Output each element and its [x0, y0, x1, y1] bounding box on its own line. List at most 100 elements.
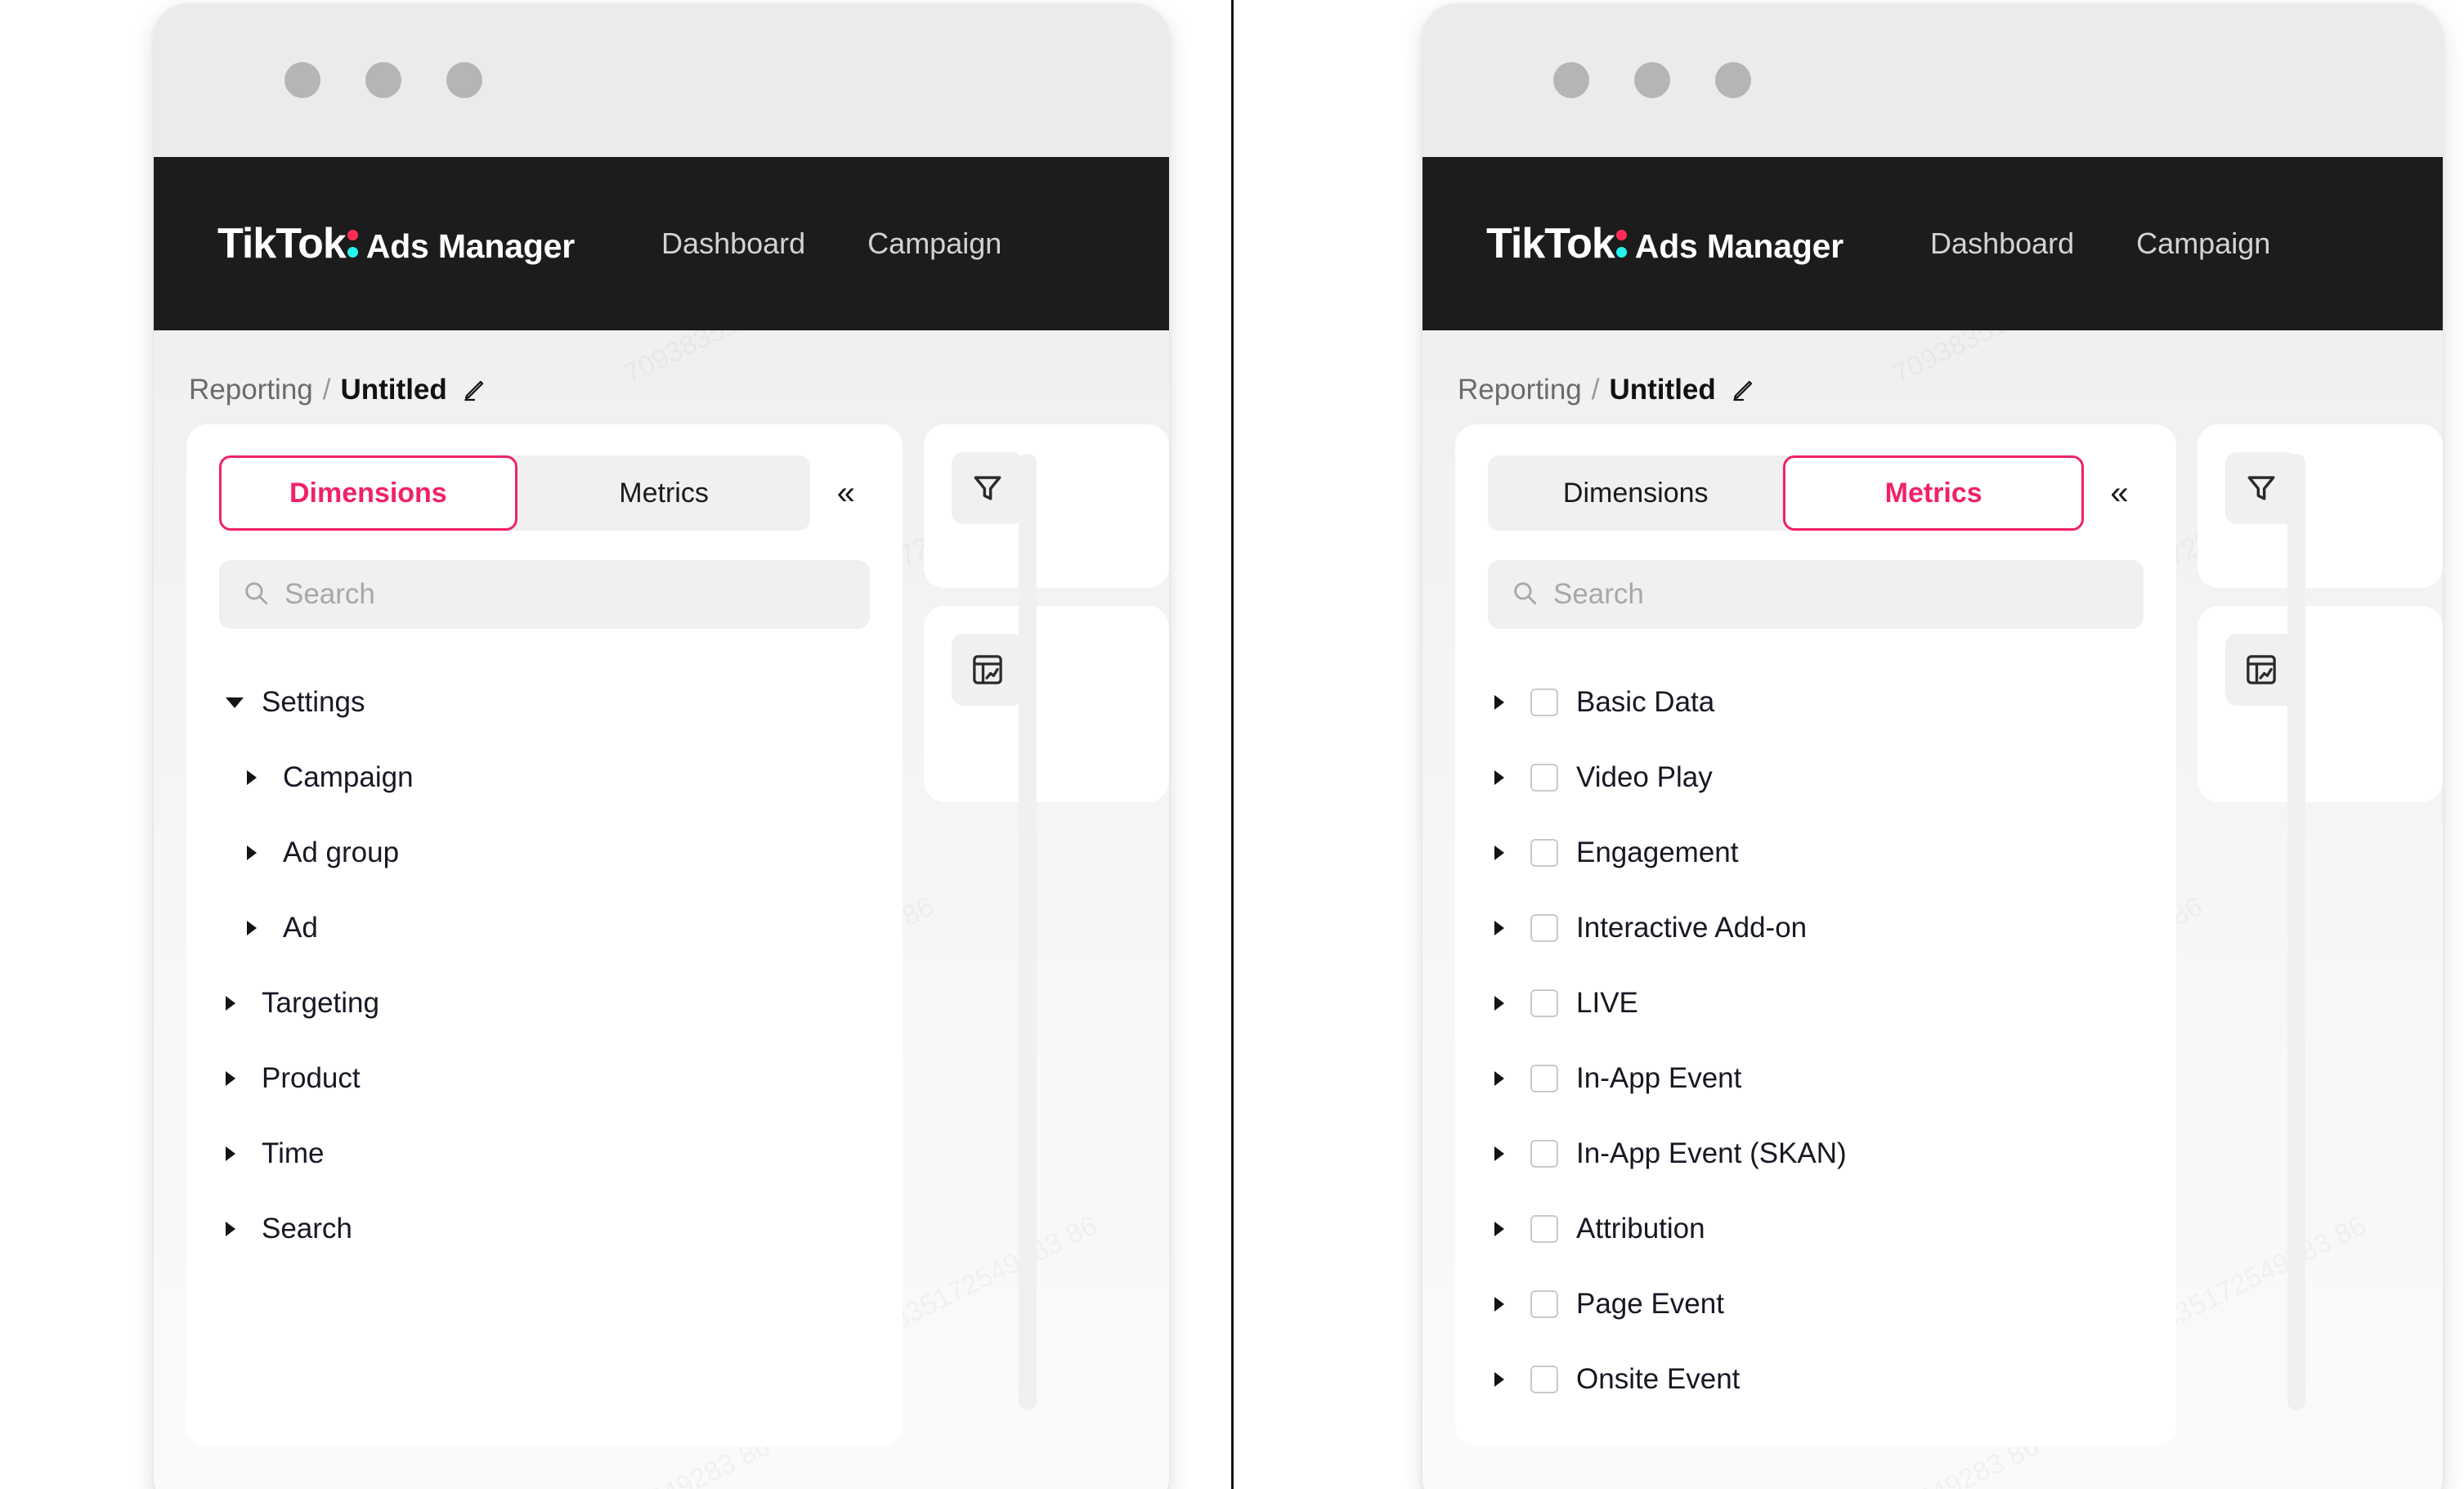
tree-item-label: LIVE	[1576, 987, 1638, 1019]
breadcrumb: Reporting / Untitled	[1422, 330, 2443, 406]
rail-card	[2197, 606, 2443, 802]
panel-scrollbar[interactable]	[2287, 454, 2305, 1411]
tiktok-ads-manager-logo[interactable]: TikTok Ads Manager	[217, 222, 575, 266]
caret-right-icon[interactable]	[1494, 845, 1530, 860]
metric-checkbox[interactable]	[1530, 688, 1558, 716]
caret-right-icon[interactable]	[1494, 1297, 1530, 1312]
filter-icon[interactable]	[952, 452, 1024, 524]
nav-link-campaign[interactable]: Campaign	[2105, 226, 2301, 261]
tree-item[interactable]: LIVE	[1455, 966, 2176, 1041]
search-input[interactable]: Search	[219, 560, 870, 629]
tree-item[interactable]: Onsite Event	[1455, 1342, 2176, 1417]
filter-icon[interactable]	[2225, 452, 2297, 524]
caret-right-icon[interactable]	[1494, 1071, 1530, 1086]
caret-right-icon[interactable]	[1494, 1146, 1530, 1161]
caret-right-icon[interactable]	[226, 1222, 262, 1236]
tree-item-label: Video Play	[1576, 761, 1713, 793]
breadcrumb-separator: /	[1591, 374, 1600, 406]
tree-item[interactable]: Video Play	[1455, 740, 2176, 815]
window-maximize-dot[interactable]	[1715, 62, 1751, 98]
tree-item[interactable]: Ad group	[186, 815, 903, 890]
dimensions-tree: Settings Campaign Ad group Ad Targeting Produ…	[186, 629, 903, 1267]
metric-checkbox[interactable]	[1530, 1215, 1558, 1243]
tree-item-label: In-App Event	[1576, 1062, 1742, 1094]
brand-name: TikTok	[217, 219, 347, 267]
panel-scrollbar[interactable]	[1019, 454, 1037, 1411]
tree-item[interactable]: Product	[186, 1041, 903, 1116]
metric-checkbox[interactable]	[1530, 914, 1558, 942]
chart-table-icon[interactable]	[2225, 634, 2297, 706]
tree-item[interactable]: In-App Event	[1455, 1041, 2176, 1116]
caret-right-icon[interactable]	[226, 996, 262, 1011]
breadcrumb: Reporting / Untitled	[154, 330, 1169, 406]
field-selector-panel: Dimensions Metrics « Search Settings Campaig…	[186, 424, 903, 1446]
panel-divider	[1231, 0, 1234, 1489]
nav-link-dashboard[interactable]: Dashboard	[1899, 226, 2105, 261]
caret-right-icon[interactable]	[226, 1146, 262, 1161]
tree-item-label: Campaign	[283, 761, 414, 793]
tiktok-ads-manager-logo[interactable]: TikTok Ads Manager	[1486, 222, 1844, 266]
panels-row: Dimensions Metrics « Search Basic Data Video…	[1422, 406, 2443, 1446]
panel-tabs-row: Dimensions Metrics «	[186, 455, 903, 531]
caret-right-icon[interactable]	[1494, 770, 1530, 785]
caret-right-icon[interactable]	[247, 845, 283, 860]
nav-link-campaign[interactable]: Campaign	[836, 226, 1033, 261]
tree-item[interactable]: Engagement	[1455, 815, 2176, 890]
window-close-dot[interactable]	[284, 62, 320, 98]
caret-right-icon[interactable]	[1494, 1222, 1530, 1236]
tab-metrics[interactable]: Metrics	[517, 455, 811, 531]
metric-checkbox[interactable]	[1530, 989, 1558, 1017]
window-minimize-dot[interactable]	[1634, 62, 1670, 98]
caret-right-icon[interactable]	[1494, 1372, 1530, 1387]
caret-right-icon[interactable]	[1494, 996, 1530, 1011]
tree-item-label: Interactive Add-on	[1576, 912, 1808, 944]
pencil-icon[interactable]	[1726, 378, 1755, 402]
metrics-tree: Basic Data Video Play Engagement Interactiv…	[1455, 629, 2176, 1417]
metric-checkbox[interactable]	[1530, 1290, 1558, 1318]
tree-item[interactable]: Search	[186, 1191, 903, 1267]
breadcrumb-current: Untitled	[340, 374, 447, 406]
tab-metrics[interactable]: Metrics	[1783, 455, 2084, 531]
metric-checkbox[interactable]	[1530, 764, 1558, 792]
pencil-icon[interactable]	[457, 378, 486, 402]
tab-dimensions[interactable]: Dimensions	[1488, 455, 1783, 531]
caret-down-icon[interactable]	[226, 697, 262, 708]
breadcrumb-root[interactable]: Reporting	[1458, 374, 1582, 406]
panel-tab-group: Dimensions Metrics	[219, 455, 811, 531]
chart-table-icon[interactable]	[952, 634, 1024, 706]
window-maximize-dot[interactable]	[446, 62, 482, 98]
tree-item[interactable]: Ad	[186, 890, 903, 966]
tree-item[interactable]: Basic Data	[1455, 665, 2176, 740]
window-close-dot[interactable]	[1553, 62, 1589, 98]
tree-item-label: Settings	[262, 686, 365, 718]
caret-right-icon[interactable]	[247, 921, 283, 935]
caret-right-icon[interactable]	[226, 1071, 262, 1086]
tree-item[interactable]: Interactive Add-on	[1455, 890, 2176, 966]
metric-checkbox[interactable]	[1530, 839, 1558, 867]
tree-item[interactable]: Page Event	[1455, 1267, 2176, 1342]
window-minimize-dot[interactable]	[365, 62, 401, 98]
tree-item[interactable]: In-App Event (SKAN)	[1455, 1116, 2176, 1191]
collapse-panel-chevron-icon[interactable]: «	[2090, 477, 2148, 509]
tree-item[interactable]: Time	[186, 1116, 903, 1191]
breadcrumb-root[interactable]: Reporting	[189, 374, 313, 406]
caret-right-icon[interactable]	[1494, 695, 1530, 710]
tree-item[interactable]: Targeting	[186, 966, 903, 1041]
tree-item-label: Ad	[283, 912, 318, 944]
metric-checkbox[interactable]	[1530, 1065, 1558, 1092]
caret-right-icon[interactable]	[1494, 921, 1530, 935]
app-navbar: TikTok Ads Manager Dashboard Campaign	[1422, 157, 2443, 330]
tree-item-label: Ad group	[283, 836, 400, 868]
tree-item[interactable]: Attribution	[1455, 1191, 2176, 1267]
nav-link-dashboard[interactable]: Dashboard	[630, 226, 836, 261]
metric-checkbox[interactable]	[1530, 1140, 1558, 1168]
collapse-panel-chevron-icon[interactable]: «	[817, 477, 875, 509]
tree-item-label: Attribution	[1576, 1213, 1705, 1245]
search-input[interactable]: Search	[1488, 560, 2144, 629]
tree-item[interactable]: Campaign	[186, 740, 903, 815]
tree-item[interactable]: Settings	[186, 665, 903, 740]
tab-dimensions[interactable]: Dimensions	[219, 455, 517, 531]
tree-item-label: Time	[262, 1137, 325, 1169]
metric-checkbox[interactable]	[1530, 1366, 1558, 1393]
caret-right-icon[interactable]	[247, 770, 283, 785]
